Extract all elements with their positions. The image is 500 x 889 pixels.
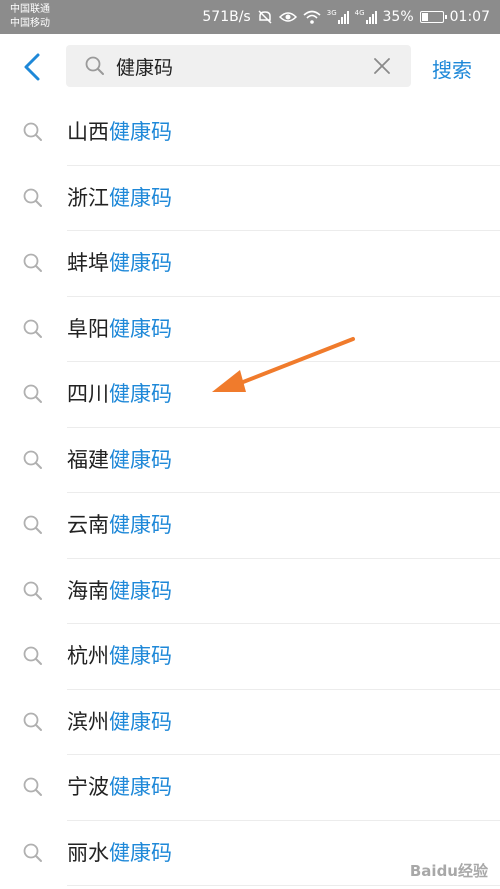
suggestion-item[interactable]: 浙江健康码: [0, 166, 500, 231]
suggestion-text: 浙江健康码: [67, 184, 172, 212]
watermark: Baidu经验: [409, 862, 488, 880]
suggestion-keyword: 健康码: [109, 120, 172, 144]
suggestion-keyword: 健康码: [109, 513, 172, 537]
carrier-1: 中国联通: [10, 4, 50, 15]
battery-percent: 35%: [382, 9, 414, 25]
suggestion-keyword: 健康码: [109, 185, 172, 210]
carrier-2: 中国移动: [10, 18, 50, 29]
suggestion-prefix: 杭州: [67, 644, 109, 668]
suggestion-item[interactable]: 阜阳健康码: [0, 297, 500, 362]
clear-icon[interactable]: [373, 57, 391, 75]
status-bar: 中国联通 中国移动 571B/s 3G 4G 35% 01:07: [0, 0, 500, 34]
signal-strength-2-icon: 4G: [355, 10, 377, 24]
wifi-icon: [303, 10, 321, 24]
suggestion-keyword: 健康码: [109, 644, 172, 668]
search-icon: [23, 515, 42, 534]
carrier-info: 中国联通 中国移动: [10, 3, 50, 31]
search-icon: [23, 319, 42, 338]
suggestion-item[interactable]: 海南健康码: [0, 559, 500, 624]
suggestion-text: 滨州健康码: [67, 708, 172, 736]
search-icon: [23, 384, 42, 403]
battery-icon: [419, 11, 447, 23]
search-input[interactable]: [116, 51, 356, 81]
suggestion-text: 杭州健康码: [67, 642, 172, 670]
signal-strength-1-icon: 3G: [327, 10, 349, 24]
suggestion-list: 山西健康码 浙江健康码 蚌埠健康码 阜阳健康码 四川健康码 福建健康码 云南健康码 海南健康码…: [0, 100, 500, 886]
suggestion-prefix: 山西: [67, 120, 109, 144]
suggestion-prefix: 宁波: [67, 775, 109, 799]
suggestion-prefix: 福建: [67, 447, 109, 472]
eye-comfort-icon: [278, 12, 297, 22]
search-button[interactable]: 搜索: [432, 54, 472, 83]
search-header: 搜索: [0, 34, 500, 100]
suggestion-text: 蚌埠健康码: [67, 249, 172, 277]
status-icons: 571B/s 3G 4G 35% 01:07: [202, 0, 490, 34]
suggestion-prefix: 蚌埠: [67, 251, 109, 275]
suggestion-keyword: 健康码: [109, 382, 172, 406]
search-icon: [23, 450, 42, 469]
suggestion-keyword: 健康码: [109, 251, 172, 275]
suggestion-prefix: 浙江: [67, 185, 109, 210]
signal-2-type: 4G: [354, 9, 365, 17]
suggestion-item[interactable]: 杭州健康码: [0, 624, 500, 690]
suggestion-text: 海南健康码: [67, 577, 172, 605]
suggestion-prefix: 丽水: [67, 840, 109, 865]
suggestion-item[interactable]: 滨州健康码: [0, 690, 500, 755]
suggestion-item[interactable]: 蚌埠健康码: [0, 231, 500, 297]
suggestion-item[interactable]: 云南健康码: [0, 493, 500, 559]
suggestion-item[interactable]: 四川健康码: [0, 362, 500, 428]
suggestion-prefix: 滨州: [67, 709, 109, 734]
suggestion-keyword: 健康码: [109, 775, 172, 799]
search-icon: [23, 253, 42, 272]
suggestion-item[interactable]: 福建健康码: [0, 428, 500, 493]
suggestion-text: 云南健康码: [67, 511, 172, 539]
suggestion-text: 阜阳健康码: [67, 315, 172, 343]
suggestion-prefix: 海南: [67, 578, 109, 603]
suggestion-prefix: 四川: [67, 382, 109, 406]
suggestion-keyword: 健康码: [109, 578, 172, 603]
search-icon: [23, 581, 42, 600]
search-icon: [23, 843, 42, 862]
suggestion-text: 山西健康码: [67, 118, 172, 146]
suggestion-text: 丽水健康码: [67, 839, 172, 867]
suggestion-keyword: 健康码: [109, 709, 172, 734]
clock: 01:07: [449, 9, 490, 25]
search-icon: [23, 646, 42, 665]
mute-icon: [258, 10, 272, 24]
suggestion-keyword: 健康码: [109, 447, 172, 472]
signal-1-type: 3G: [326, 9, 337, 17]
suggestion-prefix: 阜阳: [67, 316, 109, 341]
search-icon: [85, 56, 104, 75]
battery-fill: [421, 13, 429, 21]
suggestion-item[interactable]: 山西健康码: [0, 100, 500, 166]
search-box[interactable]: [66, 45, 411, 87]
suggestion-keyword: 健康码: [109, 840, 172, 865]
search-icon: [23, 777, 42, 796]
search-icon: [23, 122, 42, 141]
back-arrow-icon[interactable]: [18, 51, 48, 83]
suggestion-text: 四川健康码: [67, 380, 172, 408]
suggestion-keyword: 健康码: [109, 316, 172, 341]
network-speed: 571B/s: [202, 9, 251, 25]
search-icon: [23, 188, 42, 207]
suggestion-item[interactable]: 宁波健康码: [0, 755, 500, 821]
suggestion-text: 福建健康码: [67, 446, 172, 474]
search-icon: [23, 712, 42, 731]
suggestion-prefix: 云南: [67, 513, 109, 537]
divider: [67, 885, 500, 886]
suggestion-text: 宁波健康码: [67, 773, 172, 801]
